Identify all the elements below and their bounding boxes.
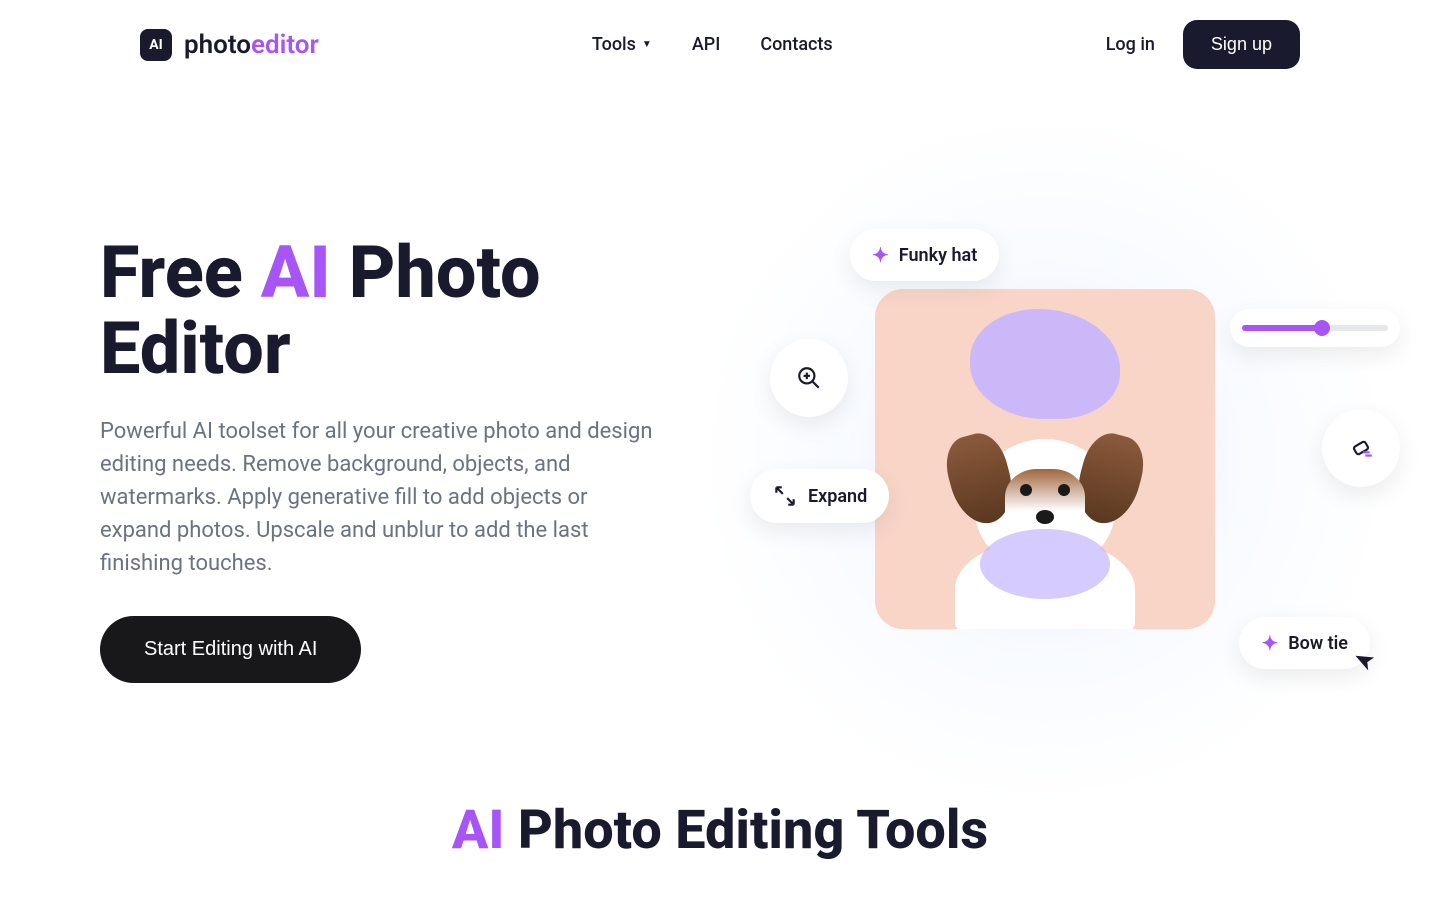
slider-thumb: [1314, 320, 1330, 336]
hat-blob-overlay: [970, 309, 1120, 419]
hero-title-accent: AI: [261, 230, 331, 315]
sparkle-icon: ✦: [872, 243, 889, 267]
nav-contacts[interactable]: Contacts: [760, 34, 832, 55]
logo-text-photo: photo: [184, 30, 251, 60]
header: AI photoeditor Tools ▼ API Contacts Log …: [0, 0, 1440, 89]
hero-title-pre: Free: [100, 230, 261, 315]
photo-card: [875, 289, 1215, 629]
logo[interactable]: AI photoeditor: [140, 29, 319, 61]
zoom-tool-circle: [770, 339, 848, 417]
nav-tools[interactable]: Tools ▼: [592, 34, 652, 55]
funky-hat-pill: ✦ Funky hat: [850, 229, 999, 281]
section-tools-title: AI Photo Editing Tools: [0, 769, 1440, 862]
cursor-icon: [1352, 646, 1385, 682]
section-title-post: Photo Editing Tools: [504, 799, 988, 862]
nav-api[interactable]: API: [692, 34, 721, 55]
chevron-down-icon: ▼: [642, 39, 652, 50]
eraser-tool-circle: [1322, 409, 1400, 487]
logo-text-editor: editor: [251, 30, 319, 60]
signup-button[interactable]: Sign up: [1183, 20, 1300, 69]
nav-tools-label: Tools: [592, 34, 636, 55]
hero-visual: ✦ Funky hat Expand: [750, 209, 1340, 709]
eraser-icon: [1348, 435, 1374, 461]
expand-label: Expand: [808, 486, 867, 507]
main-nav: Tools ▼ API Contacts: [592, 34, 833, 55]
section-title-accent: AI: [452, 799, 505, 862]
hero-title: Free AI Photo Editor: [100, 235, 690, 386]
hero-subtitle: Powerful AI toolset for all your creativ…: [100, 415, 660, 580]
sparkle-icon: ✦: [1261, 631, 1278, 655]
expand-icon: [772, 483, 798, 509]
start-editing-button[interactable]: Start Editing with AI: [100, 616, 361, 683]
zoom-in-icon: [796, 365, 822, 391]
adjustment-slider: [1230, 309, 1400, 347]
header-actions: Log in Sign up: [1106, 20, 1300, 69]
logo-badge: AI: [140, 29, 172, 61]
login-link[interactable]: Log in: [1106, 34, 1155, 55]
bow-tie-label: Bow tie: [1288, 633, 1348, 654]
hero-content: Free AI Photo Editor Powerful AI toolset…: [100, 235, 690, 682]
expand-pill: Expand: [750, 469, 889, 523]
funky-hat-label: Funky hat: [899, 245, 977, 266]
bow-tie-pill: ✦ Bow tie: [1239, 617, 1370, 669]
hero-section: Free AI Photo Editor Powerful AI toolset…: [100, 89, 1340, 769]
bowtie-blob-overlay: [980, 529, 1110, 599]
